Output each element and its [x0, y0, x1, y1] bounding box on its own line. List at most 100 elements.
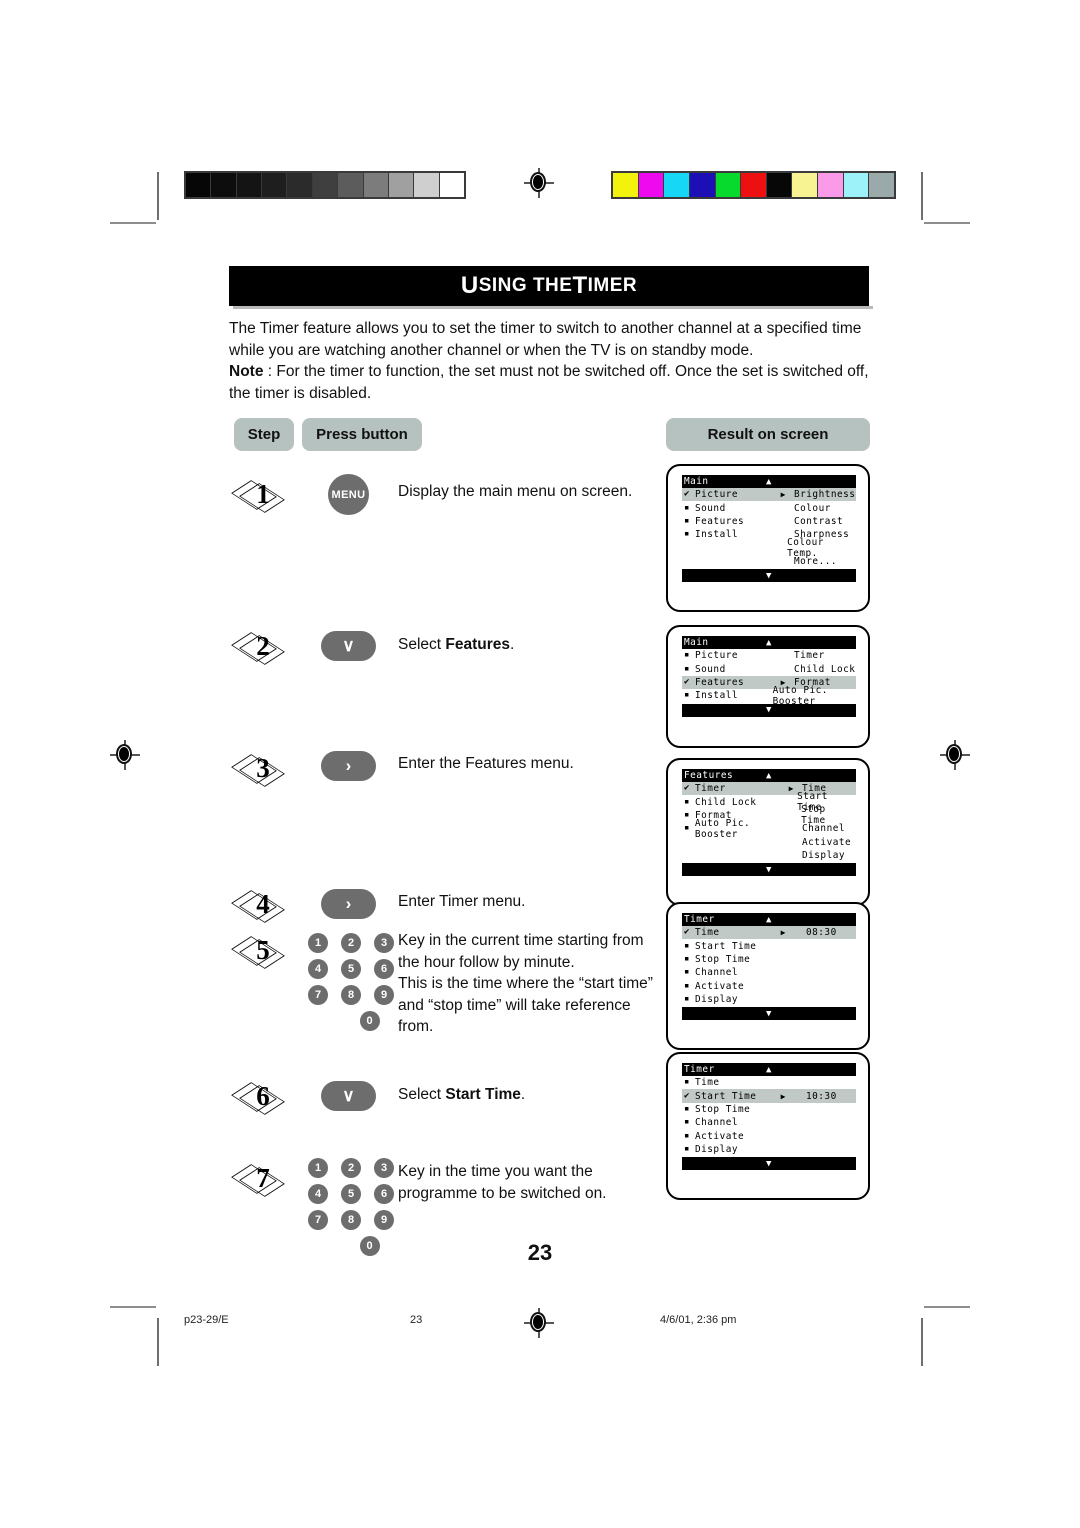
bullet-square-icon: [684, 1145, 695, 1154]
key-2[interactable]: 2: [341, 933, 361, 953]
submenu-item-label: Child Lock: [794, 663, 856, 675]
step-number-2: 2: [231, 626, 294, 666]
menu-item-label: Display: [695, 1144, 739, 1156]
registration-mark-left: [110, 740, 140, 770]
key-6[interactable]: 6: [374, 1184, 394, 1204]
key-3[interactable]: 3: [374, 1158, 394, 1178]
step-number-5: 5: [231, 930, 294, 970]
color-swatch-9: [843, 173, 869, 197]
screen-main-features-menu-title-label: Main: [684, 637, 709, 648]
menu-item-label: Timer: [695, 783, 726, 795]
menu-row-left: Display: [682, 1144, 790, 1155]
manual-page: U SING THE T IMER The Timer feature allows…: [0, 0, 1080, 1528]
menu-row[interactable]: Display: [682, 849, 856, 862]
screen-timer-time: Timer ▲ Time ▶ 08:30 Start TimeStop Time Chann…: [666, 902, 870, 1050]
key-7[interactable]: 7: [308, 1210, 328, 1230]
menu-row-left: Install: [682, 529, 790, 540]
screen-features-timer-osd: Features▲Timer▶TimeChild LockStart TimeF…: [682, 769, 856, 877]
scroll-up-icon[interactable]: ▲: [766, 638, 772, 648]
color-swatch-7: [792, 173, 818, 197]
numeric-keypad-step5[interactable]: 1 2 3 4 5 6 7 8 9 0: [308, 933, 398, 1037]
down-arrow-button-step2[interactable]: ∨: [321, 631, 376, 661]
key-5[interactable]: 5: [341, 959, 361, 979]
step-number-1: 1: [231, 474, 294, 514]
key-3[interactable]: 3: [374, 933, 394, 953]
menu-row[interactable]: More...: [682, 555, 856, 568]
key-4[interactable]: 4: [308, 959, 328, 979]
key-9[interactable]: 9: [374, 1210, 394, 1230]
menu-row[interactable]: Stop Time: [682, 1103, 856, 1116]
right-arrow-button-step3[interactable]: ›: [321, 751, 376, 781]
menu-row[interactable]: Install Auto Pic. Booster: [682, 685, 856, 707]
key-5[interactable]: 5: [341, 1184, 361, 1204]
key-4[interactable]: 4: [308, 1184, 328, 1204]
page-title-using-the: SING THE: [478, 275, 573, 296]
registration-mark-top: [524, 168, 554, 198]
menu-row[interactable]: Auto Pic. BoosterChannel: [682, 818, 856, 840]
key-9[interactable]: 9: [374, 985, 394, 1005]
step-number-6: 6: [231, 1076, 294, 1116]
key-1[interactable]: 1: [308, 1158, 328, 1178]
scroll-down-bar[interactable]: ▼: [682, 1157, 856, 1171]
grayscale-swatch-8: [388, 173, 414, 197]
menu-row[interactable]: Display: [682, 993, 856, 1006]
scroll-down-bar[interactable]: ▼: [682, 1007, 856, 1021]
key-6[interactable]: 6: [374, 959, 394, 979]
menu-row[interactable]: Sound Colour: [682, 501, 856, 514]
menu-row-left: Timer▶: [682, 783, 798, 794]
menu-row[interactable]: Picture Timer: [682, 649, 856, 662]
menu-button[interactable]: MENU: [328, 474, 369, 515]
scroll-down-bar[interactable]: ▼: [682, 569, 856, 583]
menu-row[interactable]: Activate: [682, 1130, 856, 1143]
menu-row[interactable]: Colour Temp.: [682, 537, 856, 559]
key-7[interactable]: 7: [308, 985, 328, 1005]
menu-row[interactable]: Sound Child Lock: [682, 662, 856, 675]
scroll-up-icon[interactable]: ▲: [766, 477, 772, 487]
menu-item-label: Start Time: [695, 1090, 757, 1102]
step-6-description: Select Start Time.: [398, 1084, 663, 1106]
submenu-arrow-icon: ▶: [780, 1091, 786, 1101]
bullet-square-icon: [684, 942, 695, 951]
menu-row[interactable]: Stop Time: [682, 953, 856, 966]
key-1[interactable]: 1: [308, 933, 328, 953]
scroll-up-icon[interactable]: ▲: [766, 915, 772, 925]
menu-row-left: Picture: [682, 650, 790, 661]
key-8[interactable]: 8: [341, 1210, 361, 1230]
menu-row-left: Channel: [682, 967, 790, 978]
right-arrow-button-step4[interactable]: ›: [321, 889, 376, 919]
menu-row[interactable]: Time: [682, 1076, 856, 1089]
menu-row[interactable]: Display: [682, 1143, 856, 1156]
down-arrow-button-step6[interactable]: ∨: [321, 1081, 376, 1111]
intro-paragraph: The Timer feature allows you to set the …: [229, 320, 862, 359]
menu-row[interactable]: Channel: [682, 1116, 856, 1129]
menu-row[interactable]: Time ▶ 08:30: [682, 926, 856, 940]
menu-row-left: Install: [682, 690, 769, 701]
menu-row-left: Activate: [682, 981, 790, 992]
menu-item-label: Time: [695, 927, 720, 939]
scroll-down-bar[interactable]: ▼: [682, 863, 856, 877]
menu-item-label: Sound: [695, 663, 726, 675]
submenu-item-label: Brightness: [794, 489, 856, 501]
menu-row[interactable]: Activate: [682, 836, 856, 849]
bullet-square-icon: [684, 798, 695, 807]
step-6-desc-bold: Start Time: [445, 1086, 521, 1103]
menu-row[interactable]: Channel: [682, 966, 856, 979]
grayscale-swatch-4: [287, 173, 312, 197]
scroll-up-icon[interactable]: ▲: [766, 1065, 772, 1075]
key-8[interactable]: 8: [341, 985, 361, 1005]
menu-row[interactable]: Start Time: [682, 939, 856, 952]
grayscale-swatch-0: [186, 173, 211, 197]
key-0[interactable]: 0: [359, 1011, 380, 1031]
menu-row[interactable]: Start Time ▶ 10:30: [682, 1089, 856, 1103]
key-2[interactable]: 2: [341, 1158, 361, 1178]
color-swatch-6: [766, 173, 792, 197]
step-number-6-value: 6: [256, 1080, 270, 1111]
menu-row[interactable]: Picture ▶ Brightness: [682, 488, 856, 502]
submenu-arrow-icon: ▶: [780, 490, 786, 500]
menu-item-label: Sound: [695, 502, 726, 514]
grayscale-swatch-6: [338, 173, 363, 197]
menu-row[interactable]: Activate: [682, 980, 856, 993]
menu-row[interactable]: Features Contrast: [682, 515, 856, 528]
submenu-item-label: More...: [794, 556, 838, 568]
scroll-up-icon[interactable]: ▲: [766, 771, 772, 781]
